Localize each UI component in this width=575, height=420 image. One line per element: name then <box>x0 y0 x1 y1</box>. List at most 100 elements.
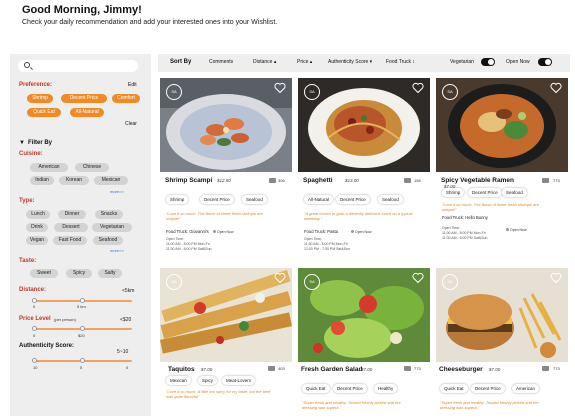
subtitle: Check your daily recommendation and add … <box>22 19 278 26</box>
preference-pill[interactable]: Quick Eat <box>27 108 61 117</box>
comment-icon <box>542 178 549 183</box>
type-pill[interactable]: Vegan <box>26 236 48 245</box>
taste-pill[interactable]: Spicy <box>66 269 92 278</box>
review-quote: "Love it so much. A little too spicy for… <box>166 389 271 399</box>
cuisine-pill[interactable]: American <box>30 163 68 172</box>
food-card[interactable]: SA Spaghetti $13.00 156 All-Natural Dece… <box>298 78 430 264</box>
food-tag: Quick Eat <box>440 384 468 393</box>
authenticity-tick: 5 <box>80 365 83 370</box>
cuisine-label: Cuisine: <box>19 151 43 157</box>
wishlist-heart-icon[interactable] <box>412 82 424 94</box>
comment-count: 773 <box>553 366 560 371</box>
type-pill[interactable]: Vegetarian <box>92 223 132 232</box>
food-tag: Healthy <box>374 384 398 393</box>
open-status: Open Now <box>213 230 234 234</box>
preference-pill[interactable]: Decent Price <box>61 94 107 103</box>
review-quote: "Super fresh and healthy. Tossed freshly… <box>440 400 539 410</box>
food-tag: All-Natural <box>304 195 334 204</box>
sort-toolbar: Sort By Comments Distance ▴ Price ▴ Auth… <box>158 54 570 72</box>
price-tick: $20 <box>78 333 85 338</box>
taste-pill[interactable]: Sweet <box>30 269 58 278</box>
type-pill[interactable]: Dessert <box>54 223 88 232</box>
taste-label: Taste: <box>19 258 37 264</box>
wishlist-heart-icon[interactable] <box>274 82 286 94</box>
distance-min-handle[interactable] <box>32 298 37 303</box>
food-name: Spaghetti <box>303 177 333 184</box>
distance-tick: 5 km <box>77 304 86 309</box>
food-photo: SA <box>298 78 430 172</box>
hours-line: 11:00 AM - 8:00 PM Mon-Fri <box>304 242 348 246</box>
taste-pill[interactable]: Salty <box>98 269 122 278</box>
hours-title: Open Time: <box>166 237 185 241</box>
food-card[interactable]: SA Fresh Garden Salad $7.00 773 Quick Ea… <box>298 268 430 418</box>
cuisine-pill[interactable]: Mexican <box>94 176 128 185</box>
authenticity-min-handle[interactable] <box>32 358 37 363</box>
type-pill[interactable]: Drink <box>26 223 48 232</box>
price-value: <$20 <box>120 317 132 323</box>
food-price: $12.50 <box>217 178 231 183</box>
sort-price[interactable]: Price ▴ <box>297 59 312 65</box>
type-more-link[interactable]: more>> <box>110 248 124 253</box>
preference-pill[interactable]: All-Natural <box>70 108 104 117</box>
type-pill[interactable]: Snacks <box>95 210 123 219</box>
food-card[interactable]: SA Cheeseburger $7.00 773 Quick Eat Dece… <box>436 268 568 418</box>
price-min-handle[interactable] <box>32 326 37 331</box>
cuisine-pill[interactable]: Indian <box>30 176 54 185</box>
authenticity-max-handle[interactable] <box>80 358 85 363</box>
comment-count: 156 <box>414 178 421 183</box>
food-photo: SA <box>160 268 292 362</box>
vegetarian-toggle[interactable] <box>481 58 495 66</box>
review-quote: "Super fresh and healthy. Tossed freshly… <box>302 400 401 410</box>
open-status: Open Now <box>506 228 527 232</box>
type-pill[interactable]: Dinner <box>58 210 86 219</box>
food-tag: Decent Price <box>471 384 505 393</box>
filter-sidebar: Preference: Edit Shrimp Decent Price Com… <box>10 54 151 416</box>
truck-logo: SA <box>304 84 320 100</box>
sort-distance[interactable]: Distance ▴ <box>253 59 276 65</box>
type-pill[interactable]: Seafood <box>93 236 123 245</box>
hours-line: 11:00 AM - 6:00 PM Sat&Sun <box>442 236 488 240</box>
wishlist-heart-icon[interactable] <box>274 272 286 284</box>
distance-value: <5km <box>122 288 135 294</box>
sort-authenticity[interactable]: Authenticity Score ▾ <box>328 59 372 65</box>
filter-icon: ▼ <box>19 140 25 146</box>
truck-name: Food Truck: Hello Bunny <box>442 215 488 220</box>
food-tag: Decent Price <box>336 195 370 204</box>
cuisine-more-link[interactable]: more>> <box>110 189 124 194</box>
food-tag: Seafood <box>502 188 527 197</box>
food-tag: Decent Price <box>200 195 234 204</box>
food-tag: Seafood <box>242 195 267 204</box>
sort-comments[interactable]: Comments <box>209 59 233 65</box>
cuisine-pill[interactable]: Chinese <box>75 163 109 172</box>
wishlist-heart-icon[interactable] <box>412 272 424 284</box>
price-max-handle[interactable] <box>80 326 85 331</box>
type-pill[interactable]: Fast Food <box>53 236 87 245</box>
distance-max-handle[interactable] <box>80 298 85 303</box>
comment-icon <box>404 366 411 371</box>
authenticity-value: 5~10 <box>117 349 129 355</box>
search-input[interactable] <box>18 60 138 72</box>
clear-link[interactable]: Clear <box>125 121 137 127</box>
food-name: Fresh Garden Salad <box>301 366 363 373</box>
preference-pill[interactable]: Comfort <box>112 94 140 103</box>
comment-icon <box>269 178 276 183</box>
comment-count: 773 <box>414 366 421 371</box>
preference-pill[interactable]: Shrimp <box>27 94 53 103</box>
search-icon <box>24 62 30 68</box>
comment-icon <box>404 178 411 183</box>
sort-food-truck[interactable]: Food Truck ↕ <box>386 59 415 65</box>
food-card[interactable]: SA Spicy Vegetable Ramen $7.00 773 Shrim… <box>436 78 568 264</box>
authenticity-label: Authenticity Score: <box>19 343 75 349</box>
edit-link[interactable]: Edit <box>128 82 137 88</box>
food-card[interactable]: SA Shrimp Scampi $12.50 306 Shrimp Decen… <box>160 78 292 264</box>
food-tag: Seafood <box>378 195 403 204</box>
review-quote: "Love it so much. The flavor of these fr… <box>166 211 263 221</box>
cuisine-pill[interactable]: Korean <box>59 176 89 185</box>
truck-logo: SA <box>442 84 458 100</box>
food-card[interactable]: SA Taquitos $7.00 403 Mexican Spicy Meat… <box>160 268 292 418</box>
open-now-toggle[interactable] <box>538 58 552 66</box>
wishlist-heart-icon[interactable] <box>550 82 562 94</box>
review-quote: "A great choice to grab a decently delic… <box>304 211 413 221</box>
type-pill[interactable]: Lunch <box>26 210 50 219</box>
wishlist-heart-icon[interactable] <box>550 272 562 284</box>
